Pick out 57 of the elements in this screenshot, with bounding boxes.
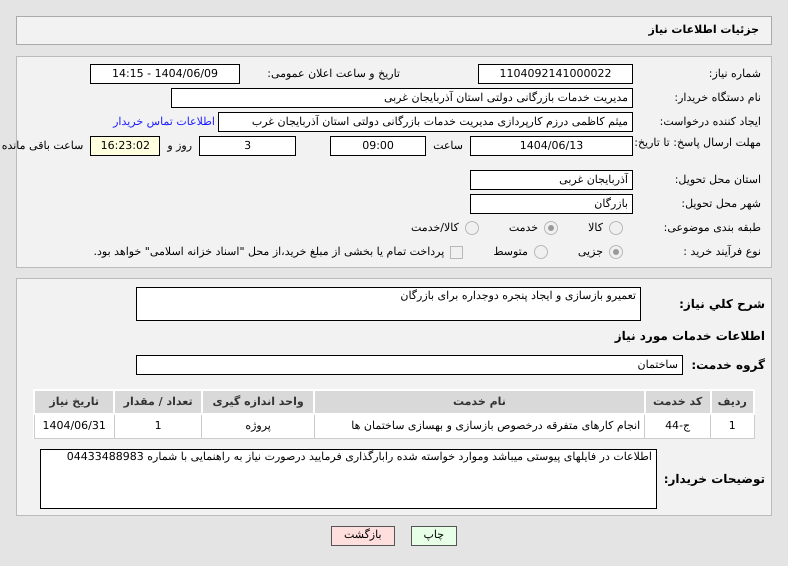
table-cell: 1 — [710, 414, 754, 438]
table-cell: 1 — [114, 414, 202, 438]
requester-field: میثم کاظمی درزم کارپردازی مدیریت خدمات بازرگانی دولتی استان آذربایجان غرب — [218, 112, 633, 132]
radio-label: خدمت — [508, 220, 538, 236]
field-label: تاریخ و ساعت اعلان عمومی: — [266, 66, 400, 82]
deadline-date-field: 1404/06/13 — [470, 136, 633, 156]
field-label: استان محل تحویل: — [674, 172, 761, 188]
table-cell: ج-44 — [644, 414, 710, 438]
field-label: ایجاد کننده درخواست: — [658, 114, 761, 130]
need-number-field: 1104092141000022 — [478, 64, 633, 84]
column-header: تاریخ نیاز — [34, 390, 114, 414]
page-title: جزئیات اطلاعات نیاز — [648, 22, 759, 38]
column-header: واحد اندازه گیری — [202, 390, 314, 414]
description-field[interactable]: تعمیرو بازسازی و ایجاد پنجره دوجداره برای بازرگان — [136, 287, 641, 321]
field-label: توضیحات خریدار: — [662, 470, 765, 488]
province-field: آذربایجان غربی — [470, 170, 633, 190]
field-label: طبقه بندی موضوعی: — [662, 220, 761, 236]
column-header: ردیف — [710, 390, 754, 414]
days-label: روز و — [167, 138, 192, 154]
table-cell: پروژه — [202, 414, 314, 438]
field-label: شهر محل تحویل: — [680, 196, 761, 212]
days-field: 3 — [199, 136, 296, 156]
checkbox[interactable] — [450, 246, 464, 258]
contact-link[interactable]: اطلاعات تماس خریدار — [113, 114, 215, 130]
radio-label: جزیی — [578, 244, 603, 260]
service-group-field: ساختمان — [136, 355, 683, 375]
radio-label: متوسط — [493, 244, 528, 260]
radio-button[interactable] — [609, 245, 623, 259]
field-label: شرح کلي نياز: — [678, 296, 765, 313]
field-label: گروه خدمت: — [690, 357, 765, 374]
radio-button[interactable] — [544, 221, 558, 235]
column-header: کد خدمت — [644, 390, 710, 414]
field-label: نام دستگاه خریدار: — [673, 90, 761, 106]
back-button[interactable]: بازگشت — [330, 526, 395, 546]
table-cell: 1404/06/31 — [34, 414, 114, 438]
remaining-label: ساعت باقی مانده — [2, 138, 84, 154]
radio-button[interactable] — [609, 221, 623, 235]
field-label: شماره نیاز: — [708, 66, 761, 82]
field-label: نوع فرآیند خرید : — [682, 244, 761, 260]
column-header: تعداد / مقدار — [114, 390, 202, 414]
announce-date-field: 1404/06/09 - 14:15 — [90, 64, 240, 84]
radio-button[interactable] — [464, 221, 479, 235]
payment-label: پرداخت تمام یا بخشی از مبلغ خرید،از محل "اسناد خزانه اسلامی" خواهد بود. — [94, 244, 444, 260]
buyer-org-field: مدیریت خدمات بازرگانی دولتی استان آذربایجان غربی — [171, 88, 633, 108]
radio-button[interactable] — [534, 245, 548, 259]
notes-field[interactable]: اطلاعات در فایلهای پیوستی میباشد وموارد خواسته شده رابارگذاری فرمایید درصورت نیاز به راهنمایی با شماره 04433488983 — [40, 448, 657, 508]
city-field: بازرگان — [470, 194, 633, 214]
field-label: مهلت ارسال پاسخ: تا تاریخ: — [633, 135, 761, 150]
table-cell: انجام کارهای متفرقه درخصوص بازسازی و بهسازی ساختمان ها — [314, 414, 645, 438]
remaining-time-field: 16:23:02 — [90, 136, 160, 156]
time-label: ساعت — [433, 138, 463, 154]
print-button[interactable]: چاپ — [410, 526, 458, 546]
deadline-time-field: 09:00 — [330, 136, 426, 156]
section-title: اطلاعات خدمات مورد نیاز — [613, 328, 765, 345]
column-header: نام خدمت — [314, 390, 645, 414]
radio-label: کالا/خدمت — [411, 220, 459, 236]
radio-label: کالا — [588, 220, 603, 236]
